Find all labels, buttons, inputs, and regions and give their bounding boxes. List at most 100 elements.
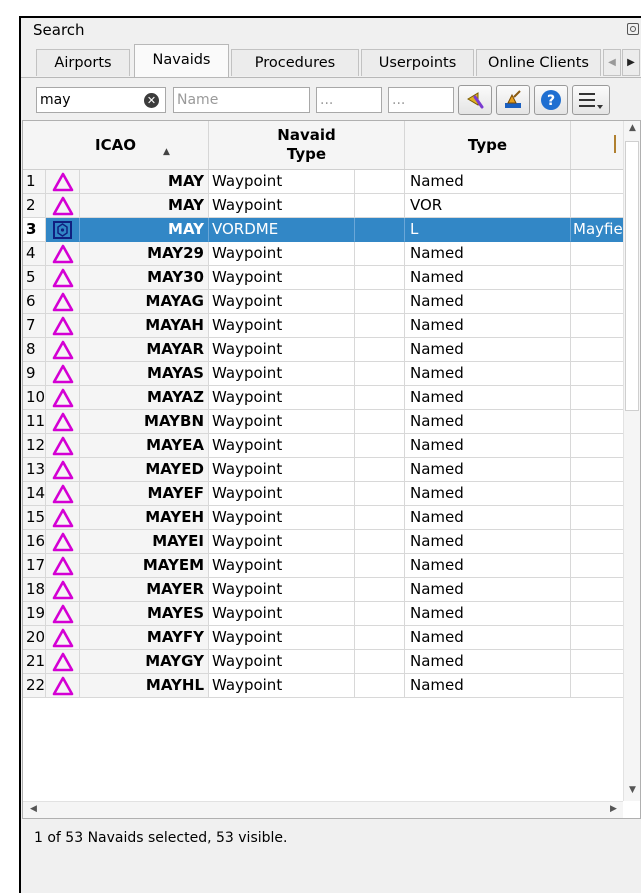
table-row[interactable]: 4 MAY29 Waypoint Named [23,242,623,266]
tab-bar: Airports Navaids Procedures Userpoints O… [21,44,641,78]
table-row[interactable]: 7 MAYAH Waypoint Named [23,314,623,338]
clear-text-icon[interactable]: ✕ [144,93,159,108]
type-cell: Named [405,602,571,626]
table-row[interactable]: 1 MAY Waypoint Named [23,170,623,194]
filter-field-4-placeholder: ... [392,92,406,108]
table-row[interactable]: 11 MAYBN Waypoint Named [23,410,623,434]
icao-cell: MAYEH [80,506,209,530]
horizontal-scrollbar[interactable]: ◀ ▶ [23,801,623,818]
table-row[interactable]: 5 MAY30 Waypoint Named [23,266,623,290]
scroll-right-icon[interactable]: ▶ [605,804,622,814]
table-row[interactable]: 12 MAYEA Waypoint Named [23,434,623,458]
column-header-navaid-type[interactable]: Navaid Type [209,121,405,169]
navaid-type-cell: Waypoint [209,194,355,218]
tab-scroll-left-icon[interactable]: ◀ [603,49,621,76]
extra-cell [571,194,623,218]
table-row[interactable]: 20 MAYFY Waypoint Named [23,626,623,650]
table-row[interactable]: 22 MAYHL Waypoint Named [23,674,623,698]
clear-selection-icon [467,92,484,109]
row-number: 17 [23,554,46,578]
navaid-type-cell-pad [355,578,405,602]
type-cell: Named [405,578,571,602]
type-cell: Named [405,410,571,434]
status-text: 1 of 53 Navaids selected, 53 visible. [34,830,288,846]
float-window-icon[interactable] [627,23,639,35]
table-row[interactable]: 18 MAYER Waypoint Named [23,578,623,602]
filter-field-4[interactable]: ... [388,87,454,113]
navaid-type-cell: Waypoint [209,338,355,362]
table-row[interactable]: 19 MAYES Waypoint Named [23,602,623,626]
tab-procedures[interactable]: Procedures [231,49,359,76]
table-row[interactable]: 10 MAYAZ Waypoint Named [23,386,623,410]
type-cell: L [405,218,571,242]
column-header-extra[interactable] [571,121,623,169]
row-icon-cell [46,554,80,578]
type-cell: Named [405,386,571,410]
navaid-type-cell-pad [355,194,405,218]
extra-cell [571,266,623,290]
table-row[interactable]: 3 MAY VORDME L Mayfie [23,218,623,242]
name-search-input[interactable]: Name [173,87,310,113]
vertical-scrollbar[interactable]: ▲ ▼ [623,121,640,801]
row-icon-cell [46,314,80,338]
name-placeholder: Name [177,92,219,108]
tab-scroll-right-icon[interactable]: ▶ [622,49,640,76]
tab-userpoints[interactable]: Userpoints [361,49,474,76]
table-row[interactable]: 8 MAYAR Waypoint Named [23,338,623,362]
table-row[interactable]: 2 MAY Waypoint VOR [23,194,623,218]
extra-cell [571,554,623,578]
menu-button[interactable] [572,85,610,115]
waypoint-icon [52,412,73,431]
table-row[interactable]: 14 MAYEF Waypoint Named [23,482,623,506]
clear-selection-button[interactable] [458,85,492,115]
type-cell: Named [405,290,571,314]
help-button[interactable]: ? [534,85,568,115]
tab-online-clients[interactable]: Online Clients [476,49,601,76]
navaid-type-cell: Waypoint [209,554,355,578]
tab-navaids[interactable]: Navaids [134,44,229,77]
row-icon-cell [46,362,80,386]
waypoint-icon [52,628,73,647]
navaid-type-cell-pad [355,290,405,314]
scroll-up-icon[interactable]: ▲ [624,123,640,133]
extra-cell [571,674,623,698]
scroll-down-icon[interactable]: ▼ [624,785,640,795]
extra-cell [571,386,623,410]
reset-search-button[interactable] [496,85,530,115]
table-row[interactable]: 6 MAYAG Waypoint Named [23,290,623,314]
scroll-left-icon[interactable]: ◀ [25,804,42,814]
navaid-type-cell-pad [355,482,405,506]
waypoint-icon [52,436,73,455]
type-cell: Named [405,242,571,266]
tab-airports[interactable]: Airports [36,49,130,76]
column-header-icao[interactable]: ICAO ▲ [23,121,209,169]
table-row[interactable]: 21 MAYGY Waypoint Named [23,650,623,674]
column-header-type-label: Type [467,135,508,154]
navaid-type-cell-pad [355,626,405,650]
vertical-scroll-thumb[interactable] [625,141,639,411]
row-number: 4 [23,242,46,266]
table-row[interactable]: 9 MAYAS Waypoint Named [23,362,623,386]
row-number: 22 [23,674,46,698]
table-row[interactable]: 17 MAYEM Waypoint Named [23,554,623,578]
icao-cell: MAY30 [80,266,209,290]
row-number: 2 [23,194,46,218]
table-row[interactable]: 13 MAYED Waypoint Named [23,458,623,482]
row-icon-cell [46,602,80,626]
icao-cell: MAYAG [80,290,209,314]
table-row[interactable]: 16 MAYEI Waypoint Named [23,530,623,554]
waypoint-icon [52,196,73,215]
row-number: 9 [23,362,46,386]
row-icon-cell [46,458,80,482]
filter-field-3[interactable]: ... [316,87,382,113]
extra-cell [571,458,623,482]
table-row[interactable]: 15 MAYEH Waypoint Named [23,506,623,530]
ident-search-input[interactable]: may ✕ [36,87,166,113]
navaid-type-cell: Waypoint [209,626,355,650]
navaids-table: ICAO ▲ Navaid Type Type 1 MAY Waypoint Name… [22,120,641,819]
navaid-type-cell-pad [355,170,405,194]
column-header-type[interactable]: Type [405,121,571,169]
row-number: 20 [23,626,46,650]
navaid-type-cell-pad [355,386,405,410]
navaid-type-cell: Waypoint [209,458,355,482]
